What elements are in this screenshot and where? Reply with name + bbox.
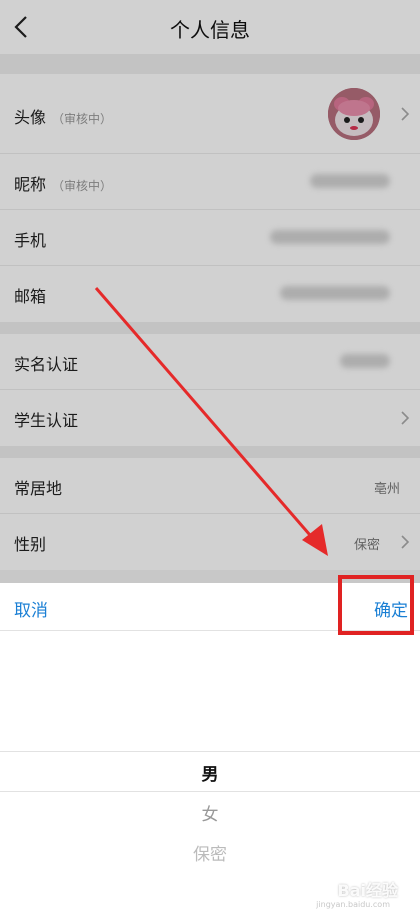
gender-picker-sheet: 取消 确定 男 女 保密 Bai经验 jingyan.baidu.com	[0, 575, 420, 911]
cancel-button[interactable]: 取消	[14, 596, 48, 621]
highlight-box	[338, 575, 414, 635]
picker-option-male[interactable]: 男	[0, 760, 420, 785]
watermark-url: jingyan.baidu.com	[316, 900, 390, 909]
picker-option-female[interactable]: 女	[0, 800, 420, 825]
profile-screen: 个人信息 头像 （审核中） 昵称 （审核中） 手机 邮箱 实名认证 学生认证 常…	[0, 0, 420, 911]
modal-backdrop[interactable]	[0, 0, 420, 583]
picker-toolbar: 取消 确定	[0, 575, 420, 635]
picker-option-secret[interactable]: 保密	[0, 840, 420, 865]
watermark-logo: Bai经验	[337, 881, 398, 900]
picker-selection-line-bottom	[0, 791, 420, 792]
picker-selection-line-top	[0, 751, 420, 752]
